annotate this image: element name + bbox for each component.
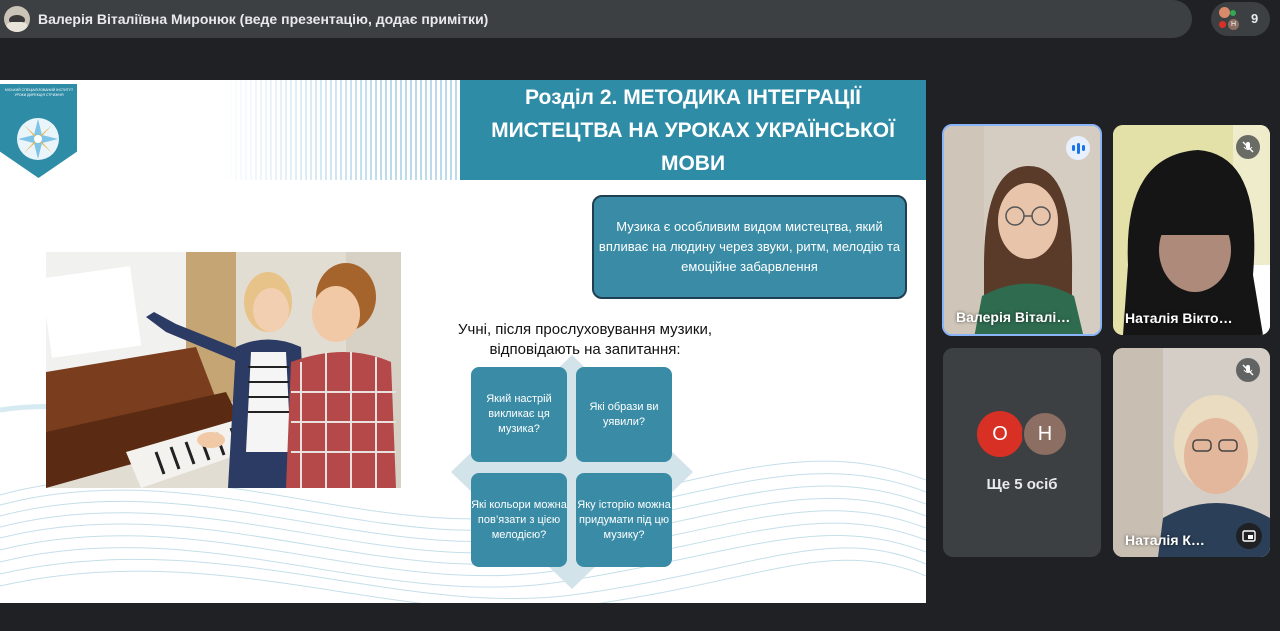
- presenter-status-text: Валерія Віталіївна Миронюк (веде презент…: [38, 11, 489, 27]
- participant-name: Валерія Віталі…: [956, 309, 1071, 325]
- decorative-stripes: [220, 80, 460, 180]
- music-info-text: Музика є особливим видом мистецтва, який…: [598, 219, 901, 274]
- presentation-slide: МІСЬКИЙ СПЕЦІАЛІЗОВАНИЙ ІНСТИТУТ УРОКИ Д…: [0, 80, 926, 603]
- mic-off-icon: [1236, 358, 1260, 382]
- avatar-letter-n: Н: [1022, 411, 1068, 457]
- quadrant-story: Яку історію можна придумати під цю музик…: [576, 473, 672, 567]
- quadrant-mood: Який настрій викликає ця музика?: [471, 367, 567, 462]
- mini-avatar-letter: Н: [1228, 19, 1239, 30]
- participant-tile[interactable]: Наталія Вікто…: [1113, 125, 1270, 335]
- participant-name: Наталія К…: [1125, 532, 1205, 548]
- music-info-box: Музика є особливим видом мистецтва, який…: [592, 195, 907, 299]
- logo-star-icon: [17, 118, 59, 160]
- slide-title: Розділ 2. МЕТОДИКА ІНТЕГРАЦІЇ МИСТЕЦТВА …: [491, 85, 895, 175]
- participant-tile[interactable]: Валерія Віталі…: [942, 124, 1102, 336]
- people-count: 9: [1251, 11, 1259, 26]
- mic-off-icon: [1236, 135, 1260, 159]
- picture-in-picture-icon[interactable]: [1236, 523, 1262, 549]
- avatar-letter-o: О: [977, 411, 1023, 457]
- quadrant-images: Які образи ви уявили?: [576, 367, 672, 462]
- logo-text: МІСЬКИЙ СПЕЦІАЛІЗОВАНИЙ ІНСТИТУТ УРОКИ Д…: [4, 88, 74, 97]
- presenter-avatar: [4, 6, 30, 32]
- question-intro: Учні, після прослуховування музики, відп…: [457, 321, 712, 358]
- others-tile[interactable]: О Н Ще 5 осіб: [943, 348, 1101, 557]
- mini-avatar-dot: [1230, 10, 1236, 16]
- participant-tile[interactable]: Наталія К…: [1113, 348, 1270, 557]
- speaking-indicator-icon: [1066, 136, 1090, 160]
- others-count-label: Ще 5 осіб: [986, 476, 1058, 493]
- people-button[interactable]: Н 9: [1211, 2, 1270, 36]
- quadrant-colors: Які кольори можна пов’язати з цією мелод…: [471, 473, 567, 567]
- piano-lesson-photo: [46, 252, 401, 488]
- mini-avatar-photo: [1219, 7, 1230, 18]
- questions-diagram: Який настрій викликає ця музика? Які обр…: [451, 355, 693, 589]
- presenter-bar: Валерія Віталіївна Миронюк (веде презент…: [0, 0, 1192, 38]
- mini-avatar-red: [1219, 21, 1226, 28]
- slide-title-box: Розділ 2. МЕТОДИКА ІНТЕГРАЦІЇ МИСТЕЦТВА …: [460, 80, 926, 180]
- participant-name: Наталія Вікто…: [1125, 310, 1233, 326]
